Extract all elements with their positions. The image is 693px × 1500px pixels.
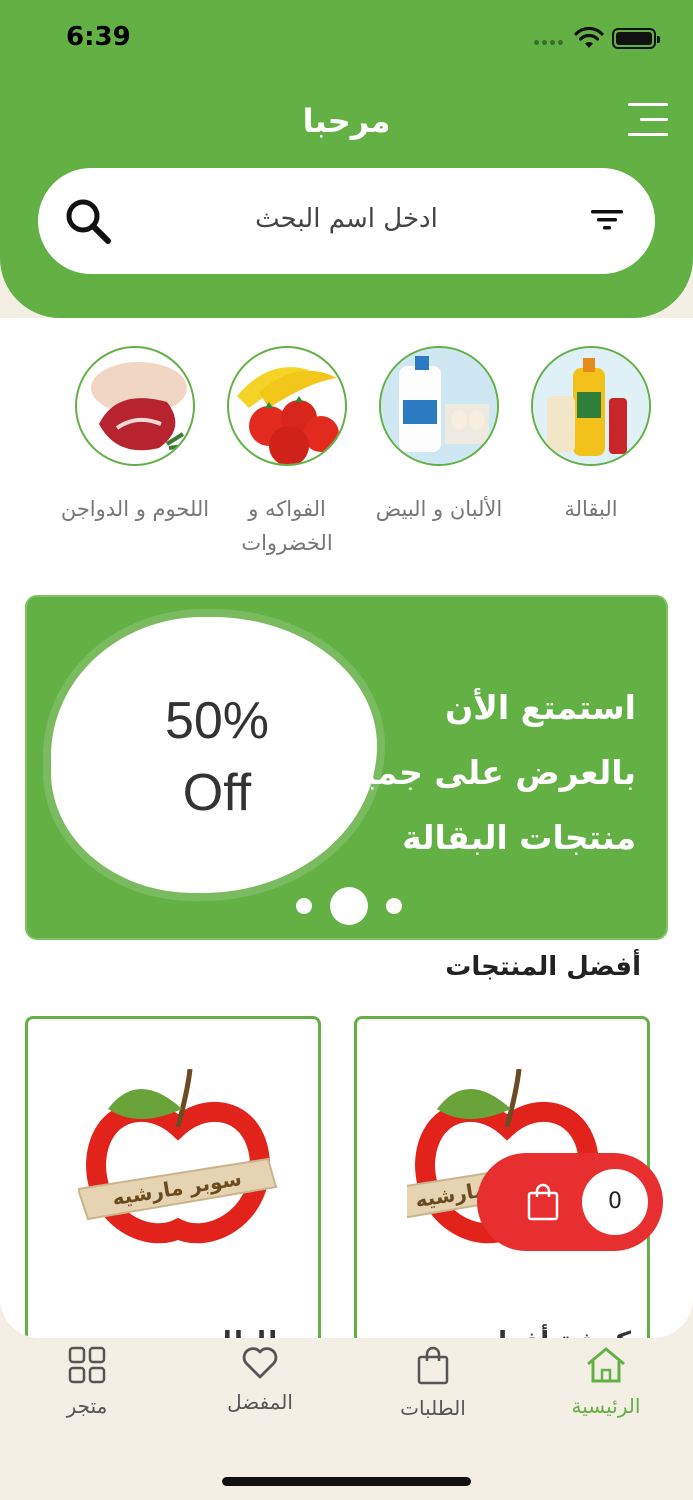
- tab-home[interactable]: الرئيسية: [536, 1346, 676, 1418]
- heart-icon: [242, 1347, 278, 1379]
- page-title: مرحبا: [302, 102, 391, 140]
- grid-icon: [68, 1346, 106, 1384]
- meat-poultry-image: [75, 346, 195, 466]
- carousel-dot[interactable]: [295, 898, 312, 914]
- cart-count: 0: [582, 1169, 648, 1235]
- product-card[interactable]: سوبر مارشيه بطاطا: [25, 1016, 321, 1338]
- bag-icon: [417, 1346, 449, 1385]
- carousel-dot[interactable]: [385, 898, 402, 914]
- header: 6:39 مرحبا ادخل اسم البحث: [0, 0, 693, 318]
- tab-label: المفضل: [227, 1390, 293, 1414]
- status-time: 6:39: [66, 22, 131, 52]
- carousel-dot-active[interactable]: [329, 887, 368, 925]
- tab-label: الرئيسية: [571, 1394, 641, 1418]
- promo-banner[interactable]: 50% Off استمتع الأن بالعرض على جميع منتج…: [25, 595, 668, 940]
- tab-orders[interactable]: الطلبات: [363, 1346, 503, 1420]
- category-label: البقالة: [564, 497, 618, 521]
- carousel-dots[interactable]: [27, 887, 666, 925]
- signal-dots-icon: [534, 40, 563, 45]
- promo-line-1: استمتع الأن: [445, 688, 636, 727]
- category-label: اللحوم و الدواجن: [60, 497, 210, 521]
- product-name: بطاطا: [223, 1327, 302, 1338]
- discount-text: 50% Off: [127, 685, 307, 829]
- cart-button[interactable]: 0: [477, 1153, 663, 1251]
- tab-store[interactable]: متجر: [17, 1346, 157, 1418]
- battery-icon: [612, 28, 660, 49]
- category-fruits-vegetables[interactable]: الفواكه و الخضروات: [202, 346, 372, 560]
- store-logo: سوبر مارشيه: [78, 1069, 278, 1244]
- bottom-tab-bar: الرئيسية الطلبات المفضل متجر: [0, 1338, 693, 1500]
- category-dairy-eggs[interactable]: الألبان و البيض: [354, 346, 524, 526]
- shopping-bag-icon: [527, 1183, 559, 1221]
- menu-button[interactable]: [622, 103, 668, 137]
- grocery-image: [531, 346, 651, 466]
- home-icon: [587, 1347, 625, 1383]
- search-bar[interactable]: ادخل اسم البحث: [38, 168, 655, 274]
- promo-line-2: بالعرض على جميع: [340, 753, 636, 792]
- category-label: الألبان و البيض: [375, 497, 503, 521]
- fruits-vegetables-image: [227, 346, 347, 466]
- promo-text: استمتع الأن بالعرض على جميع منتجات البقا…: [336, 675, 636, 870]
- search-icon[interactable]: [64, 197, 112, 245]
- product-name: كوشة أفراح: [479, 1327, 631, 1338]
- search-input[interactable]: ادخل اسم البحث: [158, 204, 535, 234]
- category-meat-poultry[interactable]: اللحوم و الدواجن: [50, 346, 220, 526]
- tab-favorites[interactable]: المفضل: [190, 1346, 330, 1414]
- dairy-eggs-image: [379, 346, 499, 466]
- tab-label: الطلبات: [400, 1396, 466, 1420]
- promo-line-3: منتجات البقالة: [402, 818, 636, 857]
- discount-percent: 50%: [164, 692, 270, 750]
- category-label: الفواكه و الخضروات: [241, 497, 333, 555]
- category-grocery[interactable]: البقالة: [506, 346, 676, 526]
- filter-icon[interactable]: [591, 208, 623, 232]
- home-indicator[interactable]: [222, 1477, 471, 1486]
- section-title: أفضل المنتجات: [445, 952, 641, 982]
- tab-label: متجر: [66, 1394, 108, 1418]
- discount-off: Off: [182, 764, 252, 822]
- wifi-icon: [574, 26, 604, 48]
